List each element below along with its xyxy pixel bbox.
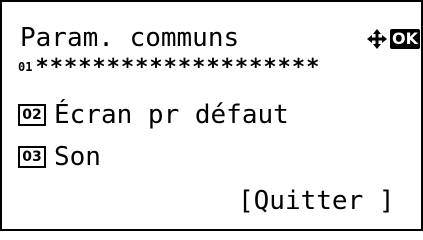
scroll-indicator: 01 ******************** bbox=[18, 55, 320, 80]
menu-item-label: Écran pr défaut bbox=[54, 100, 289, 130]
screen-title: Param. communs bbox=[20, 23, 240, 53]
lcd-panel: Param. communs OK 01 ********************… bbox=[0, 0, 423, 231]
menu-item-number: 03 bbox=[18, 146, 46, 168]
scroll-position-label: 01 bbox=[18, 60, 33, 74]
menu-item-sound[interactable]: 03 Son bbox=[18, 142, 101, 172]
ok-key-badge: OK bbox=[390, 29, 420, 49]
menu-item-default-screen[interactable]: 02 Écran pr défaut bbox=[18, 100, 289, 130]
menu-item-number: 02 bbox=[18, 104, 46, 126]
four-way-arrow-icon bbox=[366, 28, 388, 50]
header-controls: OK bbox=[366, 26, 420, 52]
menu-item-label: Son bbox=[54, 142, 101, 172]
exit-button[interactable]: [Quitter ] bbox=[238, 186, 395, 216]
scroll-track: ******************** bbox=[35, 54, 321, 80]
